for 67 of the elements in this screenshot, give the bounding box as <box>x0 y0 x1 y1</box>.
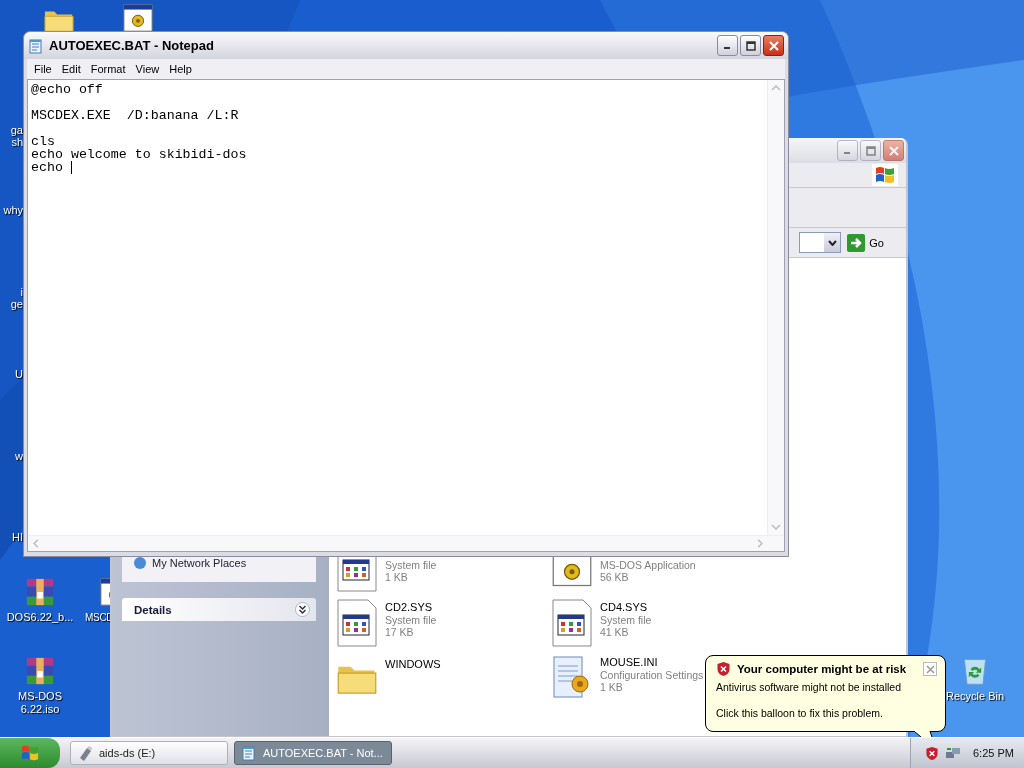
file-type: System file <box>385 558 437 571</box>
caret-icon <box>827 239 837 246</box>
file-size: 41 KB <box>600 626 630 639</box>
file-name[interactable]: CD2.SYS <box>385 601 437 614</box>
shield-icon[interactable] <box>925 745 939 761</box>
file-type: MS-DOS Application <box>600 558 696 571</box>
file-type: Configuration Settings <box>600 668 704 681</box>
menu-item[interactable]: File <box>30 63 58 75</box>
notepad-icon <box>28 37 44 54</box>
vertical-scrollbar[interactable] <box>767 80 784 535</box>
notification-balloon[interactable]: Your computer might be at risk Antivirus software might not be installed Click this balloon to fix this problem. <box>705 655 946 732</box>
icon-label[interactable]: MS-DOS 6.22.iso <box>18 690 62 716</box>
taskbar-button[interactable]: AUTOEXEC.BAT - Not... <box>234 741 392 765</box>
file-size: 17 KB <box>385 626 415 639</box>
icon-label[interactable]: HI <box>12 531 23 543</box>
minimize-button[interactable] <box>717 35 738 56</box>
chevron-icon <box>295 602 310 617</box>
dropdown-button[interactable] <box>824 233 841 252</box>
icon-label[interactable]: i ge <box>10 286 23 310</box>
book-stack-icon <box>25 577 55 607</box>
menu-item[interactable]: View <box>131 63 166 75</box>
file-type: System file <box>385 613 437 626</box>
icon-label[interactable]: why <box>3 204 23 216</box>
windows-logo-icon <box>20 744 40 762</box>
usb-drive-icon <box>77 745 93 761</box>
program-window-icon <box>123 3 153 33</box>
close-icon <box>888 145 899 156</box>
balloon-text: Antivirus software might not be installed <box>716 681 902 694</box>
clock[interactable]: 6:25 PM <box>973 747 1014 759</box>
go-button[interactable]: Go <box>847 233 884 252</box>
file-size: 1 KB <box>600 681 624 694</box>
menu-item[interactable]: Format <box>86 63 132 75</box>
notepad-icon <box>241 745 257 761</box>
file-name[interactable]: MOUSE.INI <box>600 656 704 669</box>
maximize-button[interactable] <box>740 35 761 56</box>
address-field[interactable] <box>799 232 842 253</box>
start-button[interactable] <box>0 738 60 768</box>
balloon-title: Your computer might be at risk <box>737 663 908 675</box>
details-header[interactable]: Details <box>122 598 316 621</box>
horizontal-scrollbar[interactable] <box>28 535 784 551</box>
maximize-icon <box>865 145 876 156</box>
globe-icon <box>132 556 148 570</box>
file-size: 1 KB <box>385 571 409 584</box>
window-title: AUTOEXEC.BAT - Notepad <box>49 38 215 53</box>
file-name[interactable]: WINDOWS <box>385 658 441 671</box>
book-stack-icon <box>25 656 55 686</box>
network-icon[interactable] <box>945 745 961 761</box>
balloon-text: Click this balloon to fix this problem. <box>716 707 884 720</box>
file-type: System file <box>600 613 652 626</box>
icon-label[interactable]: ga sh <box>10 124 23 148</box>
sidebar-link-label[interactable]: My Network Places <box>152 557 247 569</box>
windows-logo-icon <box>872 164 898 186</box>
menu-item[interactable]: Help <box>165 63 198 75</box>
close-icon <box>768 40 779 51</box>
system-file-icon <box>337 599 377 647</box>
close-button[interactable] <box>763 35 784 56</box>
maximize-icon <box>745 40 756 51</box>
menu-item[interactable]: Edit <box>57 63 87 75</box>
icon-label[interactable]: DOS6.22_b... <box>6 611 74 624</box>
icon-label[interactable]: w <box>15 450 23 462</box>
system-file-icon <box>552 599 592 647</box>
close-icon <box>925 664 935 674</box>
taskbar-button[interactable]: aids-ds (E:) <box>70 741 228 765</box>
file-size: 56 KB <box>600 571 630 584</box>
icon-label[interactable]: U <box>15 368 23 380</box>
file-name[interactable]: CD4.SYS <box>600 601 652 614</box>
shield-icon <box>716 661 731 677</box>
